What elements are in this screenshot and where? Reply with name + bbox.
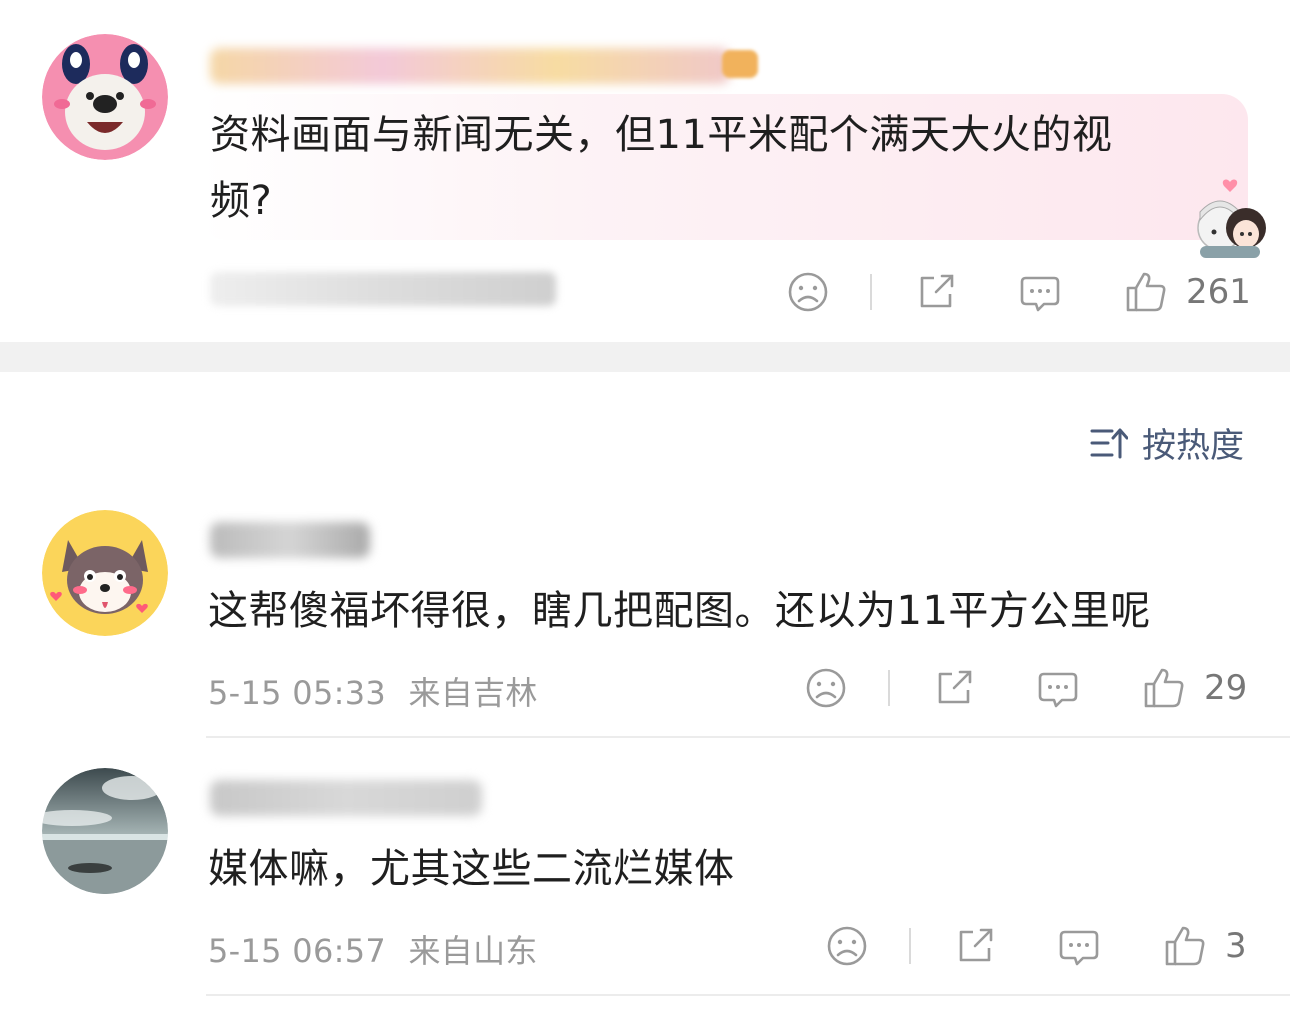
comment-meta: 5-15 05:33 来自吉林 <box>208 668 538 714</box>
sort-label: 按热度 <box>1142 426 1244 466</box>
dislike-sad-face-icon[interactable] <box>804 666 848 710</box>
share-icon[interactable] <box>932 666 976 710</box>
avatar-misty-landscape[interactable] <box>42 768 168 894</box>
share-icon[interactable] <box>914 270 958 314</box>
like-button[interactable]: 29 <box>1142 666 1247 710</box>
reply-comment-icon[interactable] <box>1036 666 1080 710</box>
ip-location-blurred <box>210 272 556 306</box>
comment-text-line-2: 频? <box>210 178 273 224</box>
thumbs-up-icon <box>1142 666 1186 710</box>
anime-couple-sticker-icon <box>1186 176 1270 258</box>
like-button[interactable]: 261 <box>1124 270 1251 314</box>
dislike-sad-face-icon[interactable] <box>825 924 869 968</box>
sort-icon <box>1090 426 1142 460</box>
thumbs-up-icon <box>1124 270 1168 314</box>
comment-divider <box>206 994 1290 996</box>
like-button[interactable]: 3 <box>1163 924 1247 968</box>
comment-text-line-1: 资料画面与新闻无关，但11平米配个满天大火的视 <box>210 112 1113 158</box>
like-count: 3 <box>1225 926 1247 966</box>
comment-location: 来自山东 <box>408 932 538 970</box>
comment-timestamp: 5-15 05:33 <box>208 674 387 712</box>
crown-badge-icon <box>722 50 758 78</box>
comment-location: 来自吉林 <box>408 674 538 712</box>
comment-divider <box>206 736 1290 738</box>
reply-comment-icon[interactable] <box>1018 270 1062 314</box>
reply-comment-icon[interactable] <box>1057 924 1101 968</box>
username-blurred[interactable] <box>210 48 730 84</box>
thumbs-up-icon <box>1163 924 1207 968</box>
share-icon[interactable] <box>953 924 997 968</box>
section-separator-band <box>0 342 1290 372</box>
dislike-sad-face-icon[interactable] <box>786 270 830 314</box>
avatar-dog-kirby[interactable] <box>42 34 168 160</box>
comment-text: 这帮傻福坏得很，瞎几把配图。还以为11平方公里呢 <box>208 588 1151 634</box>
action-separator <box>909 928 911 964</box>
action-separator <box>870 274 872 310</box>
sort-by-hot-button[interactable]: 按热度 <box>1090 418 1244 467</box>
comment-meta: 5-15 06:57 来自山东 <box>208 926 538 972</box>
username-blurred[interactable] <box>210 522 370 558</box>
avatar-cartoon-dog[interactable] <box>42 510 168 636</box>
like-count: 261 <box>1186 272 1251 312</box>
username-blurred[interactable] <box>210 780 482 816</box>
action-separator <box>888 670 890 706</box>
comment-timestamp: 5-15 06:57 <box>208 932 387 970</box>
like-count: 29 <box>1204 668 1248 708</box>
comment-text: 媒体嘛，尤其这些二流烂媒体 <box>208 846 735 892</box>
